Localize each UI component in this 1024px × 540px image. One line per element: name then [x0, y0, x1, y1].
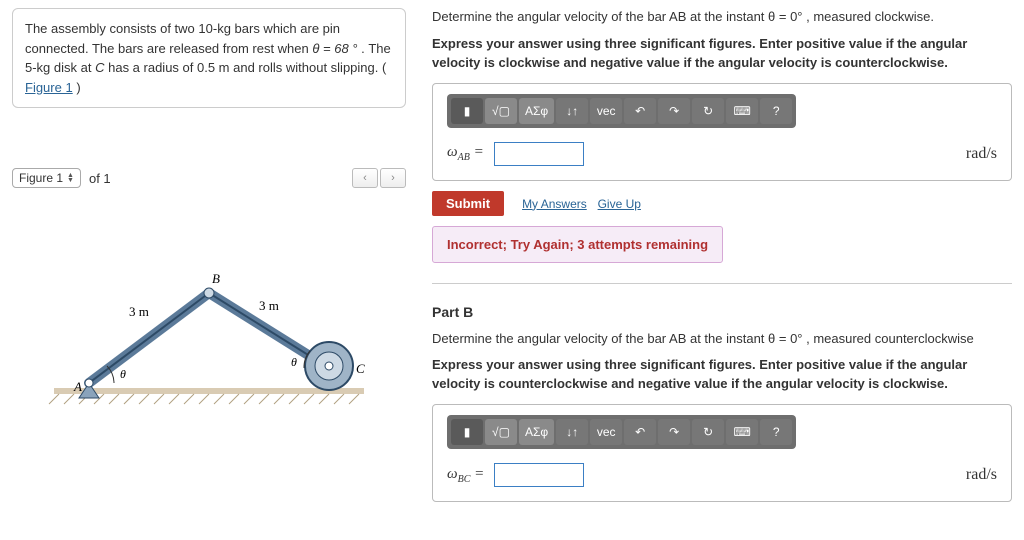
submit-button[interactable]: Submit — [432, 191, 504, 216]
figure-header: Figure 1 ▲▼ of 1 ‹ › — [12, 168, 406, 188]
problem-theta: θ = 68 ° — [312, 41, 357, 56]
figure-prev-button[interactable]: ‹ — [352, 168, 378, 188]
svg-text:A: A — [73, 379, 82, 394]
equation-toolbar: ▮ √▢ ΑΣφ ↓↑ vec ↶ ↷ ↻ ⌨ ? — [447, 94, 796, 128]
part-b-variable: ωBC = — [447, 466, 484, 485]
toolbar-greek-icon[interactable]: ΑΣφ — [519, 98, 554, 124]
toolbar-undo-icon[interactable]: ↶ — [624, 419, 656, 445]
svg-text:C: C — [356, 361, 365, 376]
part-a-answer-box: ▮ √▢ ΑΣφ ↓↑ vec ↶ ↷ ↻ ⌨ ? ωAB = rad/s — [432, 83, 1012, 181]
part-a-input[interactable] — [494, 142, 584, 166]
figure-of: of 1 — [89, 171, 111, 186]
equation-toolbar-b: ▮ √▢ ΑΣφ ↓↑ vec ↶ ↷ ↻ ⌨ ? — [447, 415, 796, 449]
part-b-unit: rad/s — [966, 466, 997, 484]
toolbar-keyboard-icon[interactable]: ⌨ — [726, 419, 758, 445]
toolbar-reset-icon[interactable]: ↻ — [692, 98, 724, 124]
svg-text:θ: θ — [120, 367, 126, 381]
part-a-variable: ωAB = — [447, 144, 484, 163]
toolbar-template-icon[interactable]: ▮ — [451, 419, 483, 445]
svg-text:B: B — [212, 271, 220, 286]
toolbar-vec-icon[interactable]: vec — [590, 419, 622, 445]
part-b-input[interactable] — [494, 463, 584, 487]
toolbar-undo-icon[interactable]: ↶ — [624, 98, 656, 124]
part-b-label: Part B — [432, 304, 1012, 320]
figure-stepper-icon[interactable]: ▲▼ — [67, 173, 74, 183]
toolbar-redo-icon[interactable]: ↷ — [658, 419, 690, 445]
figure-diagram: A B C 3 m 3 m θ θ — [12, 248, 406, 428]
figure-next-button[interactable]: › — [380, 168, 406, 188]
svg-text:3 m: 3 m — [259, 298, 279, 313]
toolbar-subscript-icon[interactable]: ↓↑ — [556, 98, 588, 124]
part-a-instruction: Express your answer using three signific… — [432, 35, 1012, 73]
toolbar-greek-icon[interactable]: ΑΣφ — [519, 419, 554, 445]
toolbar-template-icon[interactable]: ▮ — [451, 98, 483, 124]
part-b-answer-box: ▮ √▢ ΑΣφ ↓↑ vec ↶ ↷ ↻ ⌨ ? ωBC = rad/s — [432, 404, 1012, 502]
problem-point-c: C — [95, 60, 104, 75]
problem-statement: The assembly consists of two 10-kg bars … — [12, 8, 406, 108]
problem-text-4: ) — [76, 80, 80, 95]
feedback-message: Incorrect; Try Again; 3 attempts remaini… — [432, 226, 723, 263]
toolbar-help-icon[interactable]: ? — [760, 98, 792, 124]
part-b-prompt: Determine the angular velocity of the ba… — [432, 330, 1012, 349]
toolbar-keyboard-icon[interactable]: ⌨ — [726, 98, 758, 124]
figure-selector[interactable]: Figure 1 ▲▼ — [12, 168, 81, 188]
part-a-unit: rad/s — [966, 145, 997, 163]
toolbar-reset-icon[interactable]: ↻ — [692, 419, 724, 445]
give-up-link[interactable]: Give Up — [598, 197, 641, 211]
svg-text:θ: θ — [291, 355, 297, 369]
toolbar-redo-icon[interactable]: ↷ — [658, 98, 690, 124]
divider — [432, 283, 1012, 284]
toolbar-subscript-icon[interactable]: ↓↑ — [556, 419, 588, 445]
figure-label: Figure 1 — [19, 171, 63, 185]
problem-text-1: The assembly consists of two 10-kg bars … — [25, 21, 340, 56]
toolbar-sqrt-icon[interactable]: √▢ — [485, 98, 517, 124]
toolbar-sqrt-icon[interactable]: √▢ — [485, 419, 517, 445]
part-b-instruction: Express your answer using three signific… — [432, 356, 1012, 394]
problem-text-3: has a radius of 0.5 m and rolls without … — [108, 60, 386, 75]
my-answers-link[interactable]: My Answers — [522, 197, 587, 211]
toolbar-vec-icon[interactable]: vec — [590, 98, 622, 124]
svg-text:3 m: 3 m — [129, 304, 149, 319]
toolbar-help-icon[interactable]: ? — [760, 419, 792, 445]
figure-link[interactable]: Figure 1 — [25, 80, 73, 95]
part-a-prompt: Determine the angular velocity of the ba… — [432, 8, 1012, 27]
